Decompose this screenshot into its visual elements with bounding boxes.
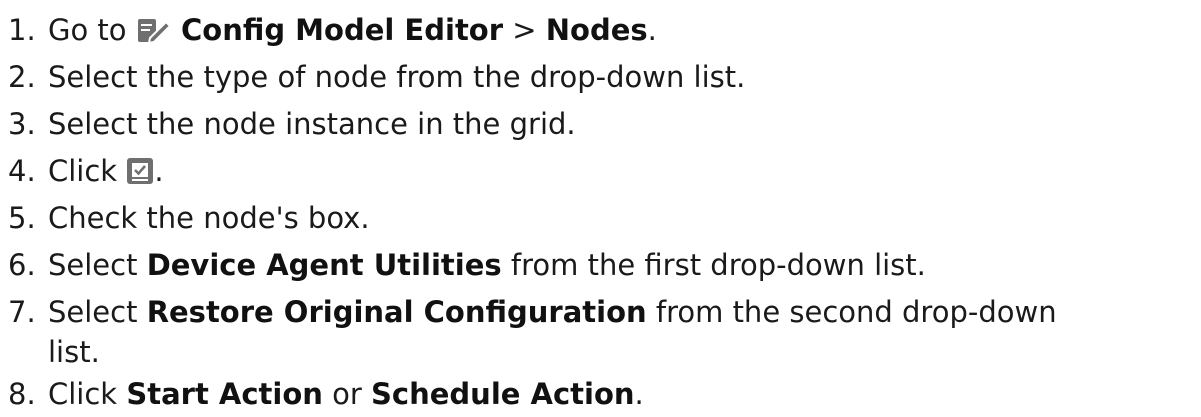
step-text-part: >	[503, 13, 546, 47]
step-text: Select the node instance in the grid.	[48, 107, 576, 141]
restore-original-configuration-label: Restore Original Configuration	[146, 295, 647, 329]
editor-pencil-icon	[136, 16, 172, 52]
step-text: Select Device Agent Utilities from the f…	[48, 247, 926, 283]
step-number: 3.	[8, 107, 36, 141]
step-number: 5.	[8, 201, 36, 235]
step-text-part: from the first drop-down list.	[501, 248, 926, 282]
step-number: 8.	[8, 377, 36, 411]
instruction-list: 1. Go to Config Model Editor > Nodes. 2.…	[0, 0, 1201, 417]
step-text: Select the type of node from the drop-do…	[48, 60, 746, 94]
step-text: Click .	[48, 153, 164, 193]
step-number: 1.	[8, 13, 36, 47]
step-number: 4.	[8, 154, 36, 188]
step-7: 7. Select Restore Original Configuration…	[0, 294, 1201, 378]
step-text: Click Start Action or Schedule Action.	[48, 376, 644, 412]
schedule-action-label: Schedule Action	[371, 377, 635, 411]
step-number: 2.	[8, 60, 36, 94]
step-text: Check the node's box.	[48, 201, 370, 235]
step-text: Select Restore Original Configuration fr…	[48, 294, 1057, 330]
step-text-part: Click	[48, 154, 127, 188]
step-text-part: .	[647, 13, 657, 47]
actions-checkbox-icon	[126, 157, 154, 193]
step-text-part: Click	[48, 377, 127, 411]
step-number: 6.	[8, 248, 36, 282]
config-model-editor-label: Config Model Editor	[180, 13, 504, 47]
step-text-continuation: list.	[48, 335, 100, 369]
step-text-part: Select	[48, 248, 147, 282]
step-text: Go to Config Model Editor > Nodes.	[48, 12, 657, 52]
nodes-label: Nodes	[545, 13, 648, 47]
device-agent-utilities-label: Device Agent Utilities	[146, 248, 502, 282]
step-text-part: from the second drop-down	[646, 295, 1057, 329]
step-number: 7.	[8, 295, 36, 329]
step-text-part: Select	[48, 295, 147, 329]
start-action-label: Start Action	[126, 377, 323, 411]
step-text-part: .	[634, 377, 644, 411]
step-text-part: Go to	[48, 13, 136, 47]
step-text-part: or	[322, 377, 372, 411]
step-text-part: .	[154, 154, 164, 188]
